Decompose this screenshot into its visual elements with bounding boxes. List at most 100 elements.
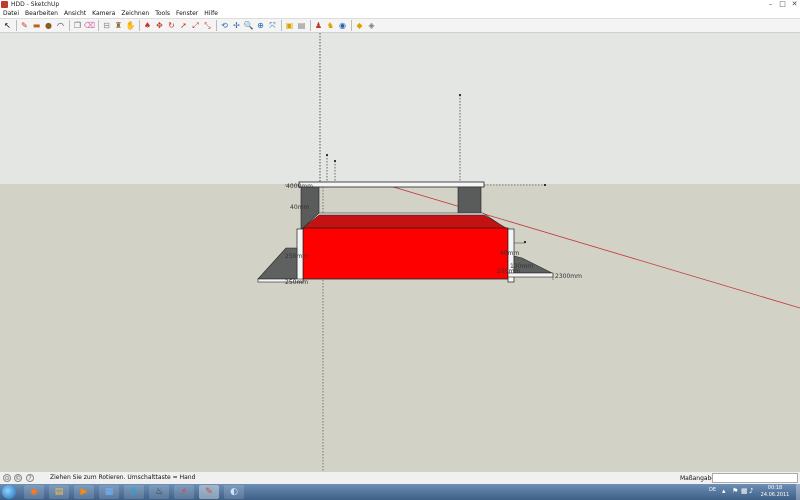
clock-time[interactable]: 00:18 xyxy=(757,485,793,491)
language-indicator[interactable]: DE xyxy=(709,487,716,493)
paint-bucket-icon: ♜ xyxy=(114,21,123,30)
zoom-window-icon: ⊕ xyxy=(257,21,264,30)
zoom-tool-button[interactable]: 🔍 xyxy=(243,20,254,31)
tape-measure-tool-button[interactable]: ⊟ xyxy=(101,20,112,31)
get-models-icon: ♞ xyxy=(326,21,335,30)
other-app-icon: ◐ xyxy=(230,487,238,497)
skype-icon: S xyxy=(131,487,137,497)
dynamic-components-tool-button[interactable]: ◈ xyxy=(366,20,377,31)
3d-warehouse-tool-button[interactable]: ▤ xyxy=(296,20,307,31)
credits-icon[interactable]: © xyxy=(14,474,22,482)
menu-hilfe[interactable]: Hilfe xyxy=(201,10,221,18)
sketchup-app-icon[interactable] xyxy=(1,1,8,8)
taskbar: ◉ ▤ ▶ ▦ S ♨ ⚡ ✎ ◐ DE ▴ ⚑ ▦ ♪ 00:18 24.06.2011 xyxy=(0,484,800,500)
status-message: Ziehen Sie zum Rotieren. Umschalttaste =… xyxy=(50,474,196,481)
share-model-tool-button[interactable]: ♟ xyxy=(313,20,324,31)
menu-bar: Datei Bearbeiten Ansicht Kamera Zeichnen… xyxy=(0,10,800,18)
extension-warehouse-tool-button[interactable]: ◆ xyxy=(354,20,365,31)
offset-icon: ⤡ xyxy=(204,21,211,30)
status-bar: ⊙ © ? Ziehen Sie zum Rotieren. Umschaltt… xyxy=(0,471,800,484)
taskbar-media-player-button[interactable]: ▶ xyxy=(74,485,94,499)
rotate-tool-button[interactable]: ↻ xyxy=(166,20,177,31)
move-tool-button[interactable]: ✥ xyxy=(154,20,165,31)
minimize-button[interactable]: – xyxy=(765,0,776,9)
get-photo-texture-tool-button[interactable]: ▣ xyxy=(284,20,295,31)
clock-date[interactable]: 24.06.2011 xyxy=(757,492,793,498)
title-bar: HDD - SketchUp – □ ✕ xyxy=(0,0,800,10)
taskbar-firefox-button[interactable]: ◉ xyxy=(24,485,44,499)
sky xyxy=(0,33,800,184)
offset-tool-button[interactable]: ⤡ xyxy=(202,20,213,31)
taskbar-windows-explorer-button[interactable]: ▦ xyxy=(99,485,119,499)
media-player-icon: ▶ xyxy=(80,487,88,497)
taskbar-sketchup-button[interactable]: ✎ xyxy=(199,485,219,499)
network-icon[interactable]: ▦ xyxy=(741,487,748,495)
line-tool-button[interactable]: ✎ xyxy=(19,20,30,31)
help-icon[interactable]: ? xyxy=(26,474,34,482)
tape-measure-icon: ⊟ xyxy=(103,21,110,30)
menu-tools[interactable]: Tools xyxy=(152,10,173,18)
taskbar-skype-button[interactable]: S xyxy=(124,485,144,499)
preview-google-earth-tool-button[interactable]: ◉ xyxy=(337,20,348,31)
get-models-tool-button[interactable]: ♞ xyxy=(325,20,336,31)
make-component-icon: ❐ xyxy=(73,21,82,30)
zoom-window-tool-button[interactable]: ⊕ xyxy=(255,20,266,31)
share-model-icon: ♟ xyxy=(314,21,323,30)
scale-icon: ⤢ xyxy=(192,21,199,30)
show-desktop-button[interactable] xyxy=(796,484,800,500)
rectangle-tool-button[interactable]: ▬ xyxy=(31,20,42,31)
push-pull-icon: ♠ xyxy=(143,21,152,30)
scale-tool-button[interactable]: ⤢ xyxy=(190,20,201,31)
maximize-button[interactable]: □ xyxy=(777,0,788,9)
taskbar-flashget-button[interactable]: ⚡ xyxy=(174,485,194,499)
volume-icon[interactable]: ♪ xyxy=(749,487,753,495)
windows-explorer-icon: ▦ xyxy=(104,487,114,497)
geo-location-icon[interactable]: ⊙ xyxy=(3,474,11,482)
toolbar-separator xyxy=(310,20,311,31)
pan-tool-button[interactable]: ✢ xyxy=(231,20,242,31)
menu-ansicht[interactable]: Ansicht xyxy=(61,10,89,18)
select-tool-button[interactable]: ↖ xyxy=(2,20,13,31)
viewport-canvas[interactable]: 4000mm 40mm 250mm 250mm 40mm 130mm 250mm… xyxy=(0,33,800,471)
start-button[interactable] xyxy=(2,485,16,499)
eraser-tool-button[interactable]: ⌫ xyxy=(84,20,95,31)
menu-kamera[interactable]: Kamera xyxy=(89,10,118,18)
taskbar-explorer-button[interactable]: ▤ xyxy=(49,485,69,499)
menu-zeichnen[interactable]: Zeichnen xyxy=(118,10,152,18)
top-plate[interactable] xyxy=(298,181,485,188)
line-icon: ✎ xyxy=(21,21,28,30)
paint-bucket-tool-button[interactable]: ♜ xyxy=(113,20,124,31)
pan-hand-tool-button[interactable]: ✋ xyxy=(125,20,136,31)
circle-tool-button[interactable]: ● xyxy=(43,20,54,31)
arc-tool-button[interactable]: ◠ xyxy=(55,20,66,31)
menu-datei[interactable]: Datei xyxy=(0,10,22,18)
pan-icon: ✢ xyxy=(233,21,240,30)
taskbar-steam-button[interactable]: ♨ xyxy=(149,485,169,499)
arc-icon: ◠ xyxy=(57,21,64,30)
box-top-face-red[interactable] xyxy=(302,214,509,230)
orbit-tool-button[interactable]: ⟲ xyxy=(219,20,230,31)
dimension-label: 4000mm xyxy=(286,183,313,190)
drawing-viewport[interactable]: 4000mm 40mm 250mm 250mm 40mm 130mm 250mm… xyxy=(0,33,800,471)
push-pull-tool-button[interactable]: ♠ xyxy=(142,20,153,31)
make-component-tool-button[interactable]: ❐ xyxy=(72,20,83,31)
menu-fenster[interactable]: Fenster xyxy=(173,10,201,18)
firefox-icon: ◉ xyxy=(30,487,38,497)
follow-me-tool-button[interactable]: ➚ xyxy=(178,20,189,31)
zoom-extents-tool-button[interactable]: ⤧ xyxy=(267,20,278,31)
steam-icon: ♨ xyxy=(154,487,164,497)
menu-bearbeiten[interactable]: Bearbeiten xyxy=(22,10,61,18)
flag-icon[interactable]: ⚑ xyxy=(732,487,738,495)
taskbar-other-app-button[interactable]: ◐ xyxy=(224,485,244,499)
dim-point xyxy=(524,241,526,243)
dynamic-components-icon: ◈ xyxy=(368,21,375,30)
guide-point xyxy=(334,160,336,162)
red-box-front[interactable] xyxy=(302,227,509,280)
eraser-icon: ⌫ xyxy=(84,21,95,30)
measurements-input[interactable] xyxy=(712,473,798,483)
close-button[interactable]: ✕ xyxy=(789,0,800,9)
dim-point xyxy=(544,184,546,186)
sketchup-icon: ✎ xyxy=(205,487,213,497)
toolbar-separator xyxy=(98,20,99,31)
tray-arrow-icon[interactable]: ▴ xyxy=(722,487,726,495)
